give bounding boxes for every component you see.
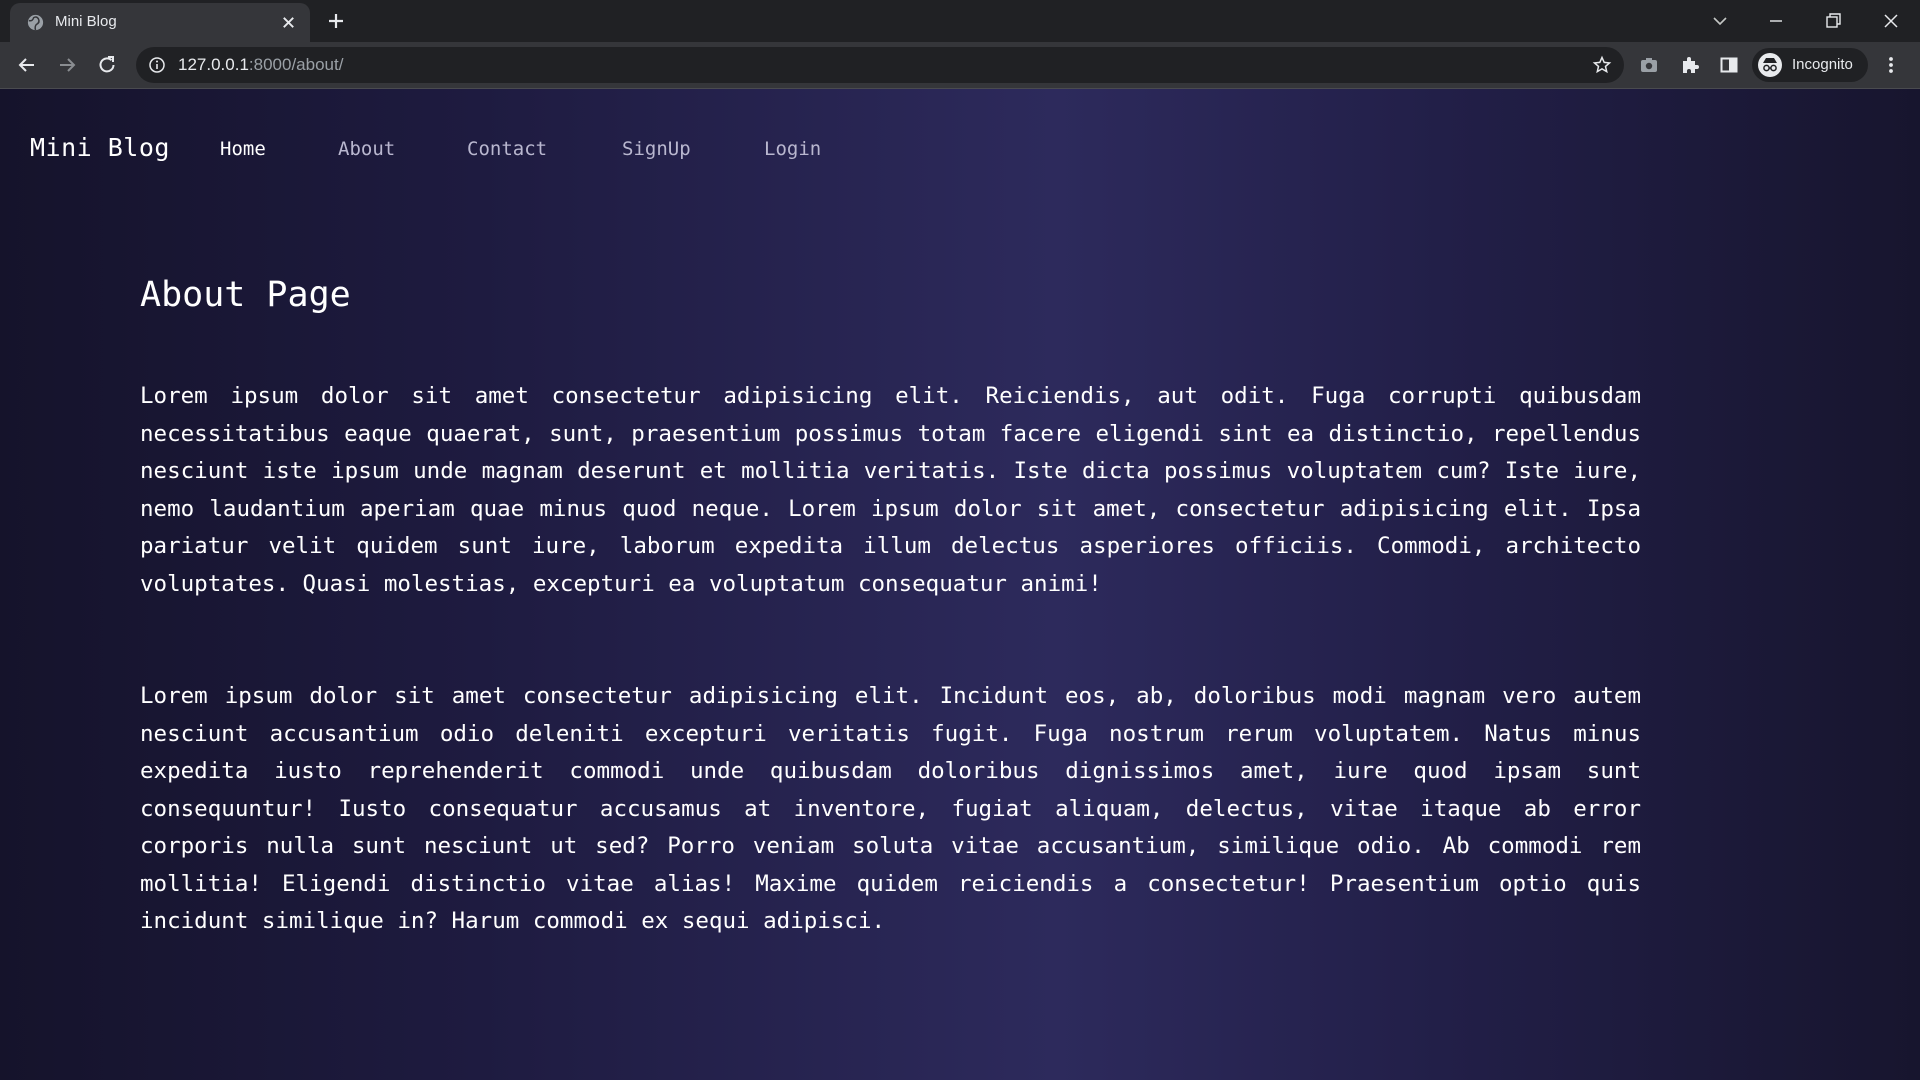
info-icon[interactable]: [148, 56, 166, 74]
tab-title: Mini Blog: [55, 13, 117, 30]
browser-tab[interactable]: Mini Blog: [10, 3, 310, 42]
about-paragraph-1: Lorem ipsum dolor sit amet consectetur a…: [140, 383, 1641, 597]
browser-toolbar: 127.0.0.1:8000/about/ Incognito: [0, 42, 1920, 89]
nav-login-link[interactable]: Login: [764, 138, 821, 160]
side-panel-icon[interactable]: [1718, 54, 1740, 76]
nav-home-link[interactable]: Home: [220, 138, 266, 160]
nav-about-link[interactable]: About: [338, 138, 395, 160]
address-bar[interactable]: 127.0.0.1:8000/about/: [136, 47, 1624, 83]
restore-icon[interactable]: [1820, 8, 1846, 34]
camera-icon[interactable]: [1638, 54, 1660, 76]
chevron-down-icon[interactable]: [1707, 8, 1733, 34]
nav-signup-link[interactable]: SignUp: [622, 138, 691, 160]
browser-tab-strip: Mini Blog: [0, 0, 1920, 42]
puzzle-icon[interactable]: [1679, 54, 1701, 76]
globe-icon: [27, 14, 44, 31]
minimize-icon[interactable]: [1763, 8, 1789, 34]
incognito-profile-button[interactable]: Incognito: [1752, 48, 1868, 82]
kebab-menu-icon[interactable]: [1880, 54, 1902, 76]
incognito-label: Incognito: [1792, 56, 1853, 73]
close-icon[interactable]: [280, 14, 297, 31]
url-text[interactable]: 127.0.0.1:8000/about/: [178, 55, 343, 75]
reload-icon[interactable]: [96, 54, 118, 76]
about-paragraph-2: Lorem ipsum dolor sit amet consectetur a…: [140, 683, 1641, 934]
url-host: 127.0.0.1: [178, 55, 249, 74]
site-brand[interactable]: Mini Blog: [30, 133, 170, 162]
url-path: :8000/about/: [248, 55, 344, 74]
page-viewport: Mini Blog Home About Contact SignUp Logi…: [0, 89, 1920, 1080]
nav-contact-link[interactable]: Contact: [467, 138, 547, 160]
incognito-icon: [1758, 53, 1782, 77]
close-window-icon[interactable]: [1878, 8, 1904, 34]
star-icon[interactable]: [1592, 55, 1612, 75]
page-title: About Page: [140, 275, 351, 315]
forward-arrow-icon[interactable]: [56, 54, 78, 76]
back-arrow-icon[interactable]: [16, 54, 38, 76]
plus-icon[interactable]: [325, 10, 347, 32]
